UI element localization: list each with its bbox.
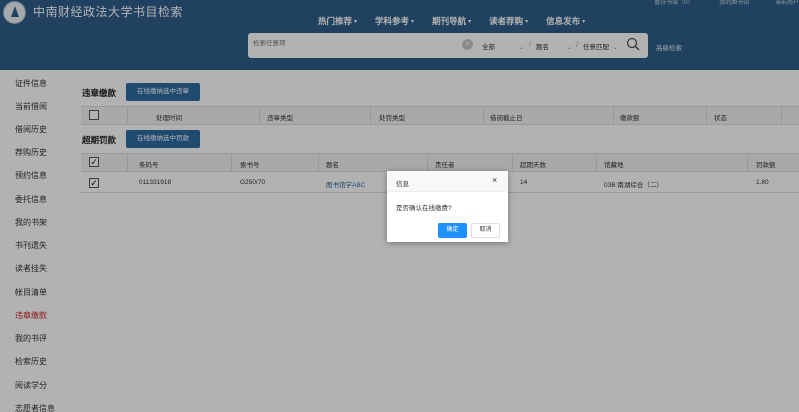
confirm-dialog: 信息 × 是否确认在线缴费? 确定 取消 [387,171,508,242]
dialog-header: 信息 × [387,171,508,192]
cancel-button[interactable]: 取消 [471,223,500,238]
close-icon[interactable]: × [492,175,497,185]
dialog-title: 信息 [396,181,409,188]
confirm-button[interactable]: 确定 [438,223,467,238]
dialog-message: 是否确认在线缴费? [396,205,452,212]
